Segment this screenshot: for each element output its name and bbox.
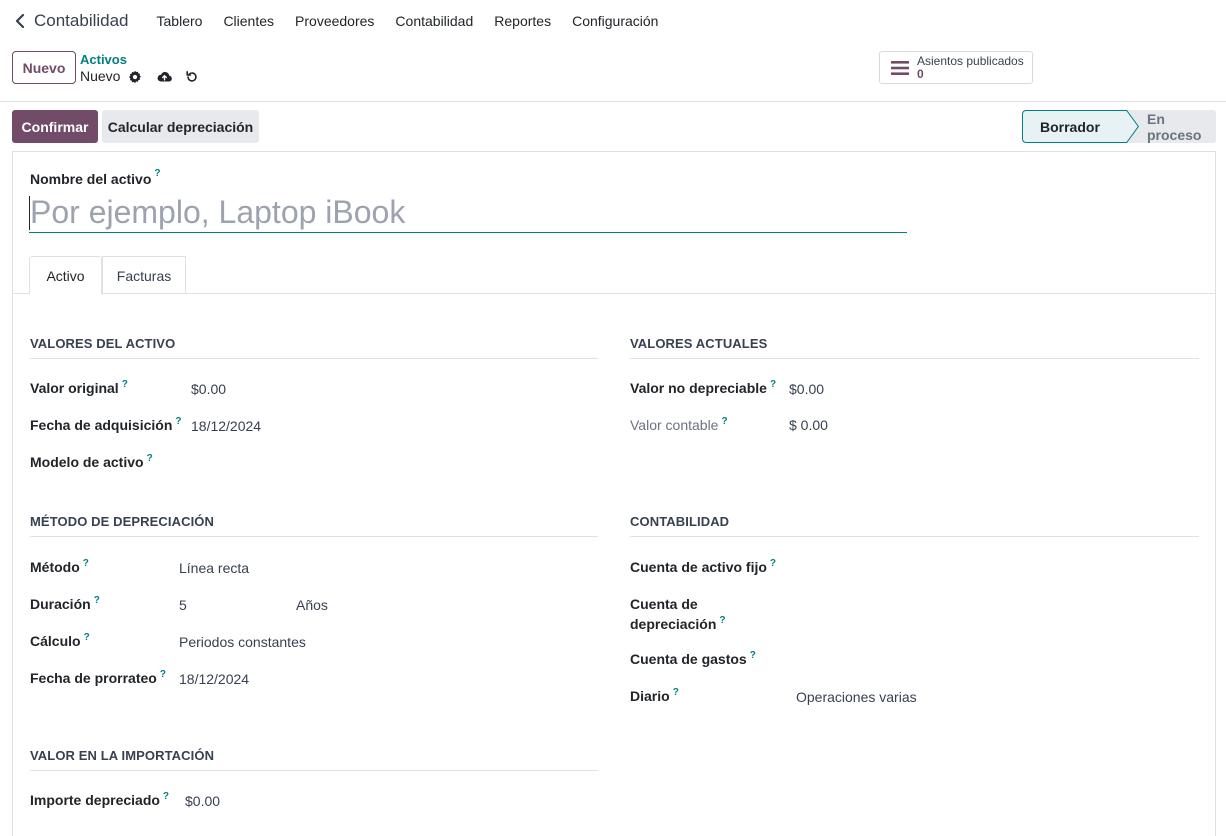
cloud-upload-icon[interactable]: [157, 69, 172, 84]
menu-item-dashboard[interactable]: Tablero: [157, 13, 203, 29]
status-stage-open[interactable]: En proceso: [1127, 110, 1216, 143]
help-icon[interactable]: ?: [154, 168, 160, 179]
help-icon[interactable]: ?: [770, 558, 776, 569]
depreciated-amount-field[interactable]: $0.00: [185, 791, 220, 811]
asset-name-input[interactable]: [29, 192, 907, 233]
new-button[interactable]: Nuevo: [12, 51, 76, 84]
tab-asset[interactable]: Activo: [29, 256, 102, 295]
acquisition-date-label: Fecha de adquisición?: [30, 416, 182, 433]
menu-item-accounting[interactable]: Contabilidad: [395, 13, 473, 29]
form-tabs: Activo Facturas: [13, 256, 1215, 295]
menu-item-customers[interactable]: Clientes: [223, 13, 274, 29]
menu-item-vendors[interactable]: Proveedores: [295, 13, 374, 29]
menu-item-configuration[interactable]: Configuración: [572, 13, 658, 29]
top-navbar: Contabilidad Tablero Clientes Proveedore…: [0, 0, 1226, 42]
help-icon[interactable]: ?: [84, 632, 90, 643]
smart-button-label: Asientos publicados: [917, 53, 1024, 68]
original-value-label: Valor original?: [30, 379, 128, 396]
duration-field[interactable]: 5: [179, 595, 187, 615]
prorata-date-field[interactable]: 18/12/2024: [179, 669, 249, 689]
section-depreciation-method-title: MÉTODO DE DEPRECIACIÓN: [30, 514, 598, 537]
gear-icon[interactable]: [127, 69, 142, 84]
help-icon[interactable]: ?: [719, 615, 725, 626]
journal-label: Diario?: [630, 687, 679, 704]
help-icon[interactable]: ?: [175, 416, 181, 427]
asset-model-label: Modelo de activo?: [30, 453, 153, 470]
discard-icon[interactable]: [184, 69, 199, 84]
help-icon[interactable]: ?: [673, 687, 679, 698]
non-depreciable-value-label: Valor no depreciable?: [630, 379, 777, 396]
status-arrow-icon: [1106, 110, 1140, 143]
help-icon[interactable]: ?: [122, 379, 128, 390]
text-cursor: [29, 196, 30, 230]
tab-invoices[interactable]: Facturas: [102, 256, 186, 294]
original-value-field[interactable]: $0.00: [191, 379, 226, 399]
prorata-date-label: Fecha de prorrateo?: [30, 669, 166, 686]
fixed-asset-account-label: Cuenta de activo fijo?: [630, 558, 777, 575]
expense-account-label: Cuenta de gastos?: [630, 650, 756, 667]
menu-item-reporting[interactable]: Reportes: [494, 13, 551, 29]
status-pipeline: En proceso Borrador: [1022, 110, 1216, 143]
form-sheet: Nombre del activo? Activo Facturas VALOR…: [12, 151, 1216, 836]
app-title[interactable]: Contabilidad: [34, 11, 129, 31]
main-menu: Tablero Clientes Proveedores Contabilida…: [147, 13, 670, 29]
duration-unit-field[interactable]: Años: [296, 595, 328, 615]
book-value-field: $ 0.00: [789, 417, 828, 433]
method-label: Método?: [30, 558, 89, 575]
duration-label: Duración?: [30, 595, 100, 612]
compute-depreciation-button[interactable]: Calcular depreciación: [102, 110, 259, 143]
help-icon[interactable]: ?: [721, 416, 727, 427]
help-icon[interactable]: ?: [83, 558, 89, 569]
help-icon[interactable]: ?: [750, 650, 756, 661]
journal-field[interactable]: Operaciones varias: [796, 687, 917, 707]
breadcrumb-current: Nuevo: [80, 68, 121, 84]
non-depreciable-value-field[interactable]: $0.00: [789, 379, 824, 399]
depreciated-amount-label: Importe depreciado?: [30, 791, 170, 808]
computation-label: Cálculo?: [30, 632, 90, 649]
depreciation-account-label: Cuenta de depreciación?: [630, 596, 726, 632]
acquisition-date-field[interactable]: 18/12/2024: [191, 416, 261, 436]
help-icon[interactable]: ?: [163, 791, 169, 802]
section-asset-values-title: VALORES DEL ACTIVO: [30, 336, 598, 359]
section-current-values-title: VALORES ACTUALES: [630, 336, 1199, 359]
breadcrumb-parent-link[interactable]: Activos: [80, 52, 127, 67]
computation-field[interactable]: Periodos constantes: [179, 632, 306, 652]
form-statusbar: Confirmar Calcular depreciación En proce…: [0, 102, 1226, 150]
chevron-left-icon: [15, 14, 25, 28]
asset-name-label: Nombre del activo?: [30, 168, 161, 187]
posted-entries-smart-button[interactable]: Asientos publicados 0: [879, 51, 1033, 84]
control-panel: Nuevo Activos Nuevo Asientos publicados …: [0, 42, 1226, 102]
help-icon[interactable]: ?: [770, 379, 776, 390]
help-icon[interactable]: ?: [147, 453, 153, 464]
help-icon[interactable]: ?: [94, 595, 100, 606]
method-field[interactable]: Línea recta: [179, 558, 249, 578]
smart-button-count: 0: [917, 66, 924, 81]
confirm-button[interactable]: Confirmar: [12, 110, 98, 143]
back-to-apps-button[interactable]: Contabilidad: [14, 11, 129, 31]
help-icon[interactable]: ?: [160, 669, 166, 680]
section-accounting-title: CONTABILIDAD: [630, 514, 1199, 537]
section-import-value-title: VALOR EN LA IMPORTACIÓN: [30, 748, 598, 771]
book-value-label: Valor contable?: [630, 416, 728, 433]
bars-icon: [891, 60, 909, 75]
